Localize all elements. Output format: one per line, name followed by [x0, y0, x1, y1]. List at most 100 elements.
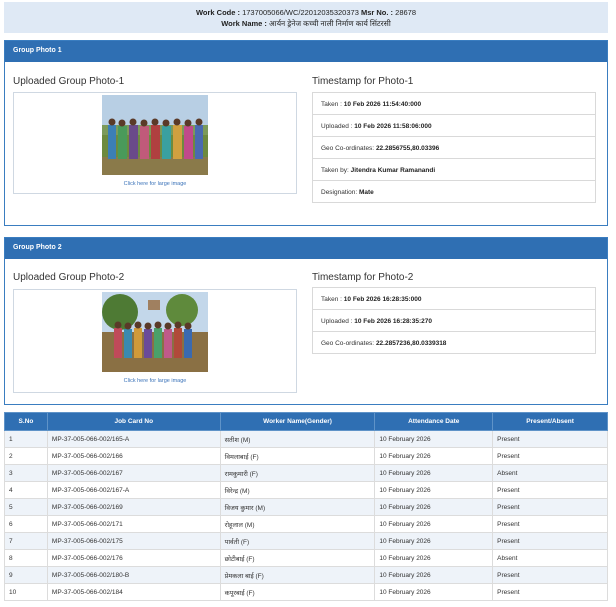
- cell-job-card: MP-37-005-066-002/184: [46, 583, 221, 601]
- cell-worker-name: रोहूलाल (M): [219, 515, 376, 533]
- group-photo-1-image[interactable]: [102, 95, 208, 175]
- large-image-link-1[interactable]: Click here for large image: [14, 181, 296, 187]
- table-row: 7 MP-37-005-066-002/175 पार्वती (F) 10 Febr…: [4, 532, 608, 550]
- ts1-taken-row: Taken : 10 Feb 2026 11:54:40:000: [312, 92, 596, 115]
- cell-job-card: MP-37-005-066-002/167-A: [46, 481, 221, 499]
- cell-job-card: MP-37-005-066-002/171: [46, 515, 221, 533]
- cell-status: Present: [492, 532, 608, 550]
- work-name-label: Work Name :: [221, 19, 267, 28]
- table-row: 1 MP-37-005-066-002/165-A सतीश (M) 10 Febru…: [4, 430, 608, 448]
- cell-job-card: MP-37-005-066-002/165-A: [46, 430, 221, 448]
- cell-status: Present: [492, 481, 608, 499]
- cell-status: Present: [492, 447, 608, 465]
- cell-worker-name: पार्वती (F): [219, 532, 376, 550]
- cell-status: Present: [492, 566, 608, 584]
- cell-worker-name: विजय कुमार (M): [219, 498, 376, 516]
- work-code-value: 1737005066/WC/22012035320373: [242, 8, 359, 17]
- table-row: 9 MP-37-005-066-002/180-B प्रेमकला बाई (F)…: [4, 566, 608, 584]
- photo-1-container: Click here for large image: [13, 92, 297, 194]
- col-header-job-card: Job Card No: [46, 412, 221, 431]
- table-row: 3 MP-37-005-066-002/167 रामकुमारी (F) 10 Fe…: [4, 464, 608, 482]
- cell-job-card: MP-37-005-066-002/180-B: [46, 566, 221, 584]
- cell-worker-name: प्रेमकला बाई (F): [219, 566, 376, 584]
- table-row: 4 MP-37-005-066-002/167-A विरेन्द्र (M) 10 …: [4, 481, 608, 499]
- cell-sno: 3: [4, 464, 48, 482]
- cell-status: Present: [492, 430, 608, 448]
- table-row: 6 MP-37-005-066-002/171 रोहूलाल (M) 10 Febr…: [4, 515, 608, 533]
- cell-sno: 2: [4, 447, 48, 465]
- cell-job-card: MP-37-005-066-002/166: [46, 447, 221, 465]
- cell-worker-name: छोटीबाई (F): [219, 549, 376, 567]
- cell-attendance-date: 10 February 2026: [374, 549, 494, 567]
- cell-sno: 8: [4, 549, 48, 567]
- msr-value: 28678: [395, 8, 417, 17]
- timestamp-photo-1-title: Timestamp for Photo-1: [312, 76, 414, 87]
- cell-attendance-date: 10 February 2026: [374, 498, 494, 516]
- cell-job-card: MP-37-005-066-002/169: [46, 498, 221, 516]
- timestamp-2-list: Taken : 10 Feb 2026 16:28:35:000 Uploade…: [312, 287, 596, 354]
- cell-attendance-date: 10 February 2026: [374, 447, 494, 465]
- col-header-worker-name: Worker Name(Gender): [219, 412, 376, 431]
- table-row: 2 MP-37-005-066-002/166 विमलाबाई (F) 10 Feb…: [4, 447, 608, 465]
- photo-2-container: Click here for large image: [13, 289, 297, 393]
- large-image-link-2[interactable]: Click here for large image: [14, 378, 296, 384]
- ts1-uploaded-row: Uploaded : 10 Feb 2026 11:58:06:000: [312, 114, 596, 137]
- group-photo-2-body: Uploaded Group Photo-2 Click here for la…: [5, 259, 607, 405]
- cell-sno: 1: [4, 430, 48, 448]
- work-code-label: Work Code :: [195, 8, 240, 17]
- cell-status: Absent: [492, 464, 608, 482]
- work-info-header: Work Code : 1737005066/WC/22012035320373…: [4, 2, 608, 33]
- cell-sno: 10: [4, 583, 48, 601]
- cell-worker-name: कपूरबाई (F): [219, 583, 376, 601]
- cell-worker-name: विरेन्द्र (M): [219, 481, 376, 499]
- cell-worker-name: विमलाबाई (F): [219, 447, 376, 465]
- cell-attendance-date: 10 February 2026: [374, 515, 494, 533]
- col-header-attendance-date: Attendance Date: [374, 412, 494, 431]
- cell-job-card: MP-37-005-066-002/175: [46, 532, 221, 550]
- table-row: 8 MP-37-005-066-002/176 छोटीबाई (F) 10 Febr…: [4, 549, 608, 567]
- attendance-table-body: 1 MP-37-005-066-002/165-A सतीश (M) 10 Febru…: [4, 430, 608, 601]
- cell-sno: 5: [4, 498, 48, 516]
- work-code-line: Work Code : 1737005066/WC/22012035320373…: [4, 7, 608, 18]
- group-photo-1-panel: Group Photo 1 Uploaded Group Photo-1 Cli…: [4, 40, 608, 226]
- work-name-line: Work Name : आर्यन ड्रेनेज कच्ची नाली निर…: [4, 18, 608, 29]
- cell-sno: 4: [4, 481, 48, 499]
- cell-status: Absent: [492, 549, 608, 567]
- group-photo-2-panel: Group Photo 2 Uploaded Group Photo-2 Cli…: [4, 237, 608, 405]
- msr-label: Msr No. :: [360, 8, 394, 17]
- group-photo-2-image[interactable]: [102, 292, 208, 372]
- col-header-sno: S.No: [4, 412, 48, 431]
- cell-job-card: MP-37-005-066-002/176: [46, 549, 221, 567]
- cell-sno: 6: [4, 515, 48, 533]
- attendance-table: S.No Job Card No Worker Name(Gender) Att…: [4, 412, 608, 601]
- ts2-uploaded-row: Uploaded : 10 Feb 2026 16:28:35:270: [312, 309, 596, 332]
- cell-attendance-date: 10 February 2026: [374, 566, 494, 584]
- cell-sno: 7: [4, 532, 48, 550]
- cell-attendance-date: 10 February 2026: [374, 583, 494, 601]
- ts2-taken-row: Taken : 10 Feb 2026 16:28:35:000: [312, 287, 596, 310]
- table-row: 5 MP-37-005-066-002/169 विजय कुमार (M) 10 F…: [4, 498, 608, 516]
- cell-attendance-date: 10 February 2026: [374, 532, 494, 550]
- work-name-value: आर्यन ड्रेनेज कच्ची नाली निर्माण कार्य स…: [269, 19, 391, 28]
- uploaded-photo-1-title: Uploaded Group Photo-1: [13, 76, 125, 87]
- cell-worker-name: रामकुमारी (F): [219, 464, 376, 482]
- cell-attendance-date: 10 February 2026: [374, 481, 494, 499]
- ts2-geo-row: Geo Co-ordinates: 22.2857236,80.0339318: [312, 331, 596, 354]
- ts1-taken-by-row: Taken by: Jitendra Kumar Ramanandi: [312, 158, 596, 181]
- ts1-geo-row: Geo Co-ordinates: 22.2856755,80.03396: [312, 136, 596, 159]
- group-photo-1-body: Uploaded Group Photo-1 Click here for la…: [5, 62, 607, 226]
- cell-status: Present: [492, 498, 608, 516]
- table-header-row: S.No Job Card No Worker Name(Gender) Att…: [4, 412, 608, 431]
- cell-status: Present: [492, 583, 608, 601]
- uploaded-photo-2-title: Uploaded Group Photo-2: [13, 272, 125, 283]
- ts1-designation-row: Designation: Mate: [312, 180, 596, 203]
- col-header-present-absent: Present/Absent: [492, 412, 608, 431]
- timestamp-photo-2-title: Timestamp for Photo-2: [312, 272, 414, 283]
- cell-worker-name: सतीश (M): [219, 430, 376, 448]
- cell-attendance-date: 10 February 2026: [374, 430, 494, 448]
- table-row: 10 MP-37-005-066-002/184 कपूरबाई (F) 10 Feb…: [4, 583, 608, 601]
- cell-sno: 9: [4, 566, 48, 584]
- cell-attendance-date: 10 February 2026: [374, 464, 494, 482]
- group-photo-1-heading: Group Photo 1: [5, 41, 607, 62]
- cell-status: Present: [492, 515, 608, 533]
